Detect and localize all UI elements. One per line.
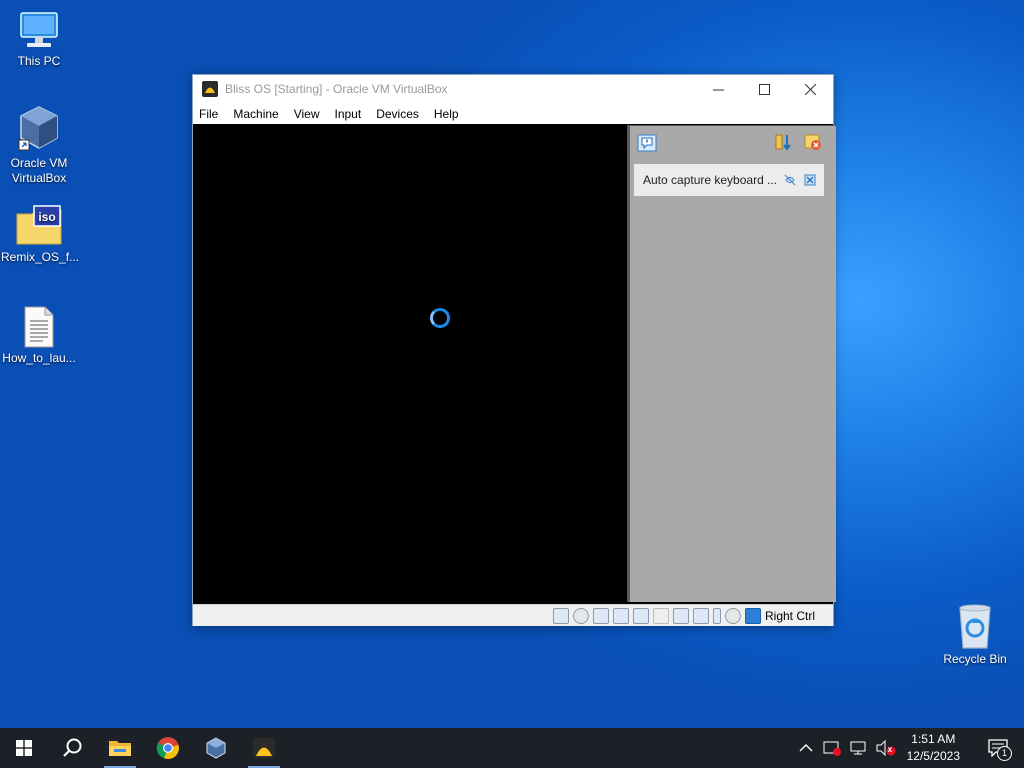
vm-status-bar: Right Ctrl [193,604,833,626]
dont-show-icon[interactable] [784,174,796,186]
notification-center: Auto capture keyboard ... [627,125,836,602]
audio-icon[interactable] [592,607,609,624]
desktop-icon-virtualbox[interactable]: Oracle VM VirtualBox [1,104,77,186]
clock-date: 12/5/2023 [906,749,960,763]
taskbar-virtualbox[interactable] [192,728,240,768]
host-key-icon[interactable] [744,607,761,624]
volume-muted-badge: x [887,745,893,754]
notification-count-badge: 1 [997,746,1012,761]
virtualbox-icon [206,737,226,759]
system-tray: x 1:51 AM 12/5/2023 1 [799,728,1024,768]
window-titlebar[interactable]: Bliss OS [Starting] - Oracle VM VirtualB… [193,75,833,103]
bliss-os-icon [253,738,275,758]
optical-drive-icon[interactable] [572,607,589,624]
text-document-icon [24,306,54,348]
minimize-icon [712,89,724,90]
clock-time: 1:51 AM [911,732,956,746]
virtualbox-vm-window[interactable]: Bliss OS [Starting] - Oracle VM VirtualB… [192,74,836,626]
bliss-os-icon [202,81,218,97]
taskbar: x 1:51 AM 12/5/2023 1 [0,728,1024,768]
display-icon[interactable] [672,607,689,624]
desktop-icon-label: Oracle VM VirtualBox [10,156,68,185]
windows-icon [16,740,32,756]
desktop-icon-label: How_to_lau... [2,351,76,365]
close-icon [804,83,816,95]
desktop-icon-label: Remix_OS_f... [1,250,80,264]
security-icon[interactable] [823,740,841,756]
desktop-icon-recycle-bin[interactable]: Recycle Bin [937,602,1013,667]
sort-icon[interactable] [774,133,794,151]
close-notification-icon[interactable] [804,174,816,186]
menu-machine[interactable]: Machine [233,107,278,121]
menu-file[interactable]: File [199,107,218,121]
maximize-button[interactable] [741,75,787,103]
chrome-icon [156,737,179,760]
window-title: Bliss OS [Starting] - Oracle VM VirtualB… [225,82,448,96]
clock[interactable]: 1:51 AM 12/5/2023 [907,731,960,765]
search-icon [63,738,82,757]
start-button[interactable] [0,728,48,768]
desktop-icon-this-pc[interactable]: This PC [1,10,77,69]
vm-display[interactable]: Auto capture keyboard ... [193,124,836,604]
recording-icon[interactable] [692,607,709,624]
cpu-icon[interactable] [712,607,721,624]
notification-item[interactable]: Auto capture keyboard ... [634,164,824,196]
desktop-icon-label: This PC [17,54,61,68]
search-button[interactable] [48,728,96,768]
recycle-bin-icon [959,604,991,649]
network-icon[interactable] [612,607,629,624]
desktop-icon-how-to[interactable]: How_to_lau... [1,305,77,366]
volume-muted-button[interactable]: x [875,739,897,757]
host-key-label: Right Ctrl [764,608,815,623]
taskbar-bliss-os-vm[interactable] [240,728,288,768]
network-icon[interactable] [849,740,867,756]
shared-folders-icon[interactable] [652,607,669,624]
taskbar-chrome[interactable] [144,728,192,768]
folder-icon [109,741,131,756]
menu-bar: File Machine View Input Devices Help [193,103,833,125]
menu-help[interactable]: Help [434,107,459,121]
menu-input[interactable]: Input [335,107,362,121]
computer-icon [20,12,58,47]
iso-badge-text: iso [38,210,55,224]
action-center-button[interactable]: 1 [978,728,1018,768]
menu-devices[interactable]: Devices [376,107,419,121]
iso-file-icon: iso [16,205,62,245]
minimize-button[interactable] [695,75,741,103]
notification-text: Auto capture keyboard ... [643,173,778,187]
hard-disk-icon[interactable] [552,607,569,624]
mouse-integration-icon[interactable] [724,607,741,624]
usb-icon[interactable] [632,607,649,624]
volume-muted-icon [876,739,896,757]
close-button[interactable] [787,75,833,103]
chevron-up-icon[interactable] [799,743,813,753]
menu-view[interactable]: View [294,107,320,121]
maximize-icon [758,83,770,95]
notification-center-icon[interactable] [637,134,657,152]
clear-notifications-icon[interactable] [803,133,823,151]
taskbar-file-explorer[interactable] [96,728,144,768]
virtualbox-icon [18,106,58,151]
desktop-icon-remix-iso[interactable]: iso Remix_OS_f... [1,204,80,265]
desktop-icon-label: Recycle Bin [943,652,1007,666]
loading-spinner [430,308,450,328]
